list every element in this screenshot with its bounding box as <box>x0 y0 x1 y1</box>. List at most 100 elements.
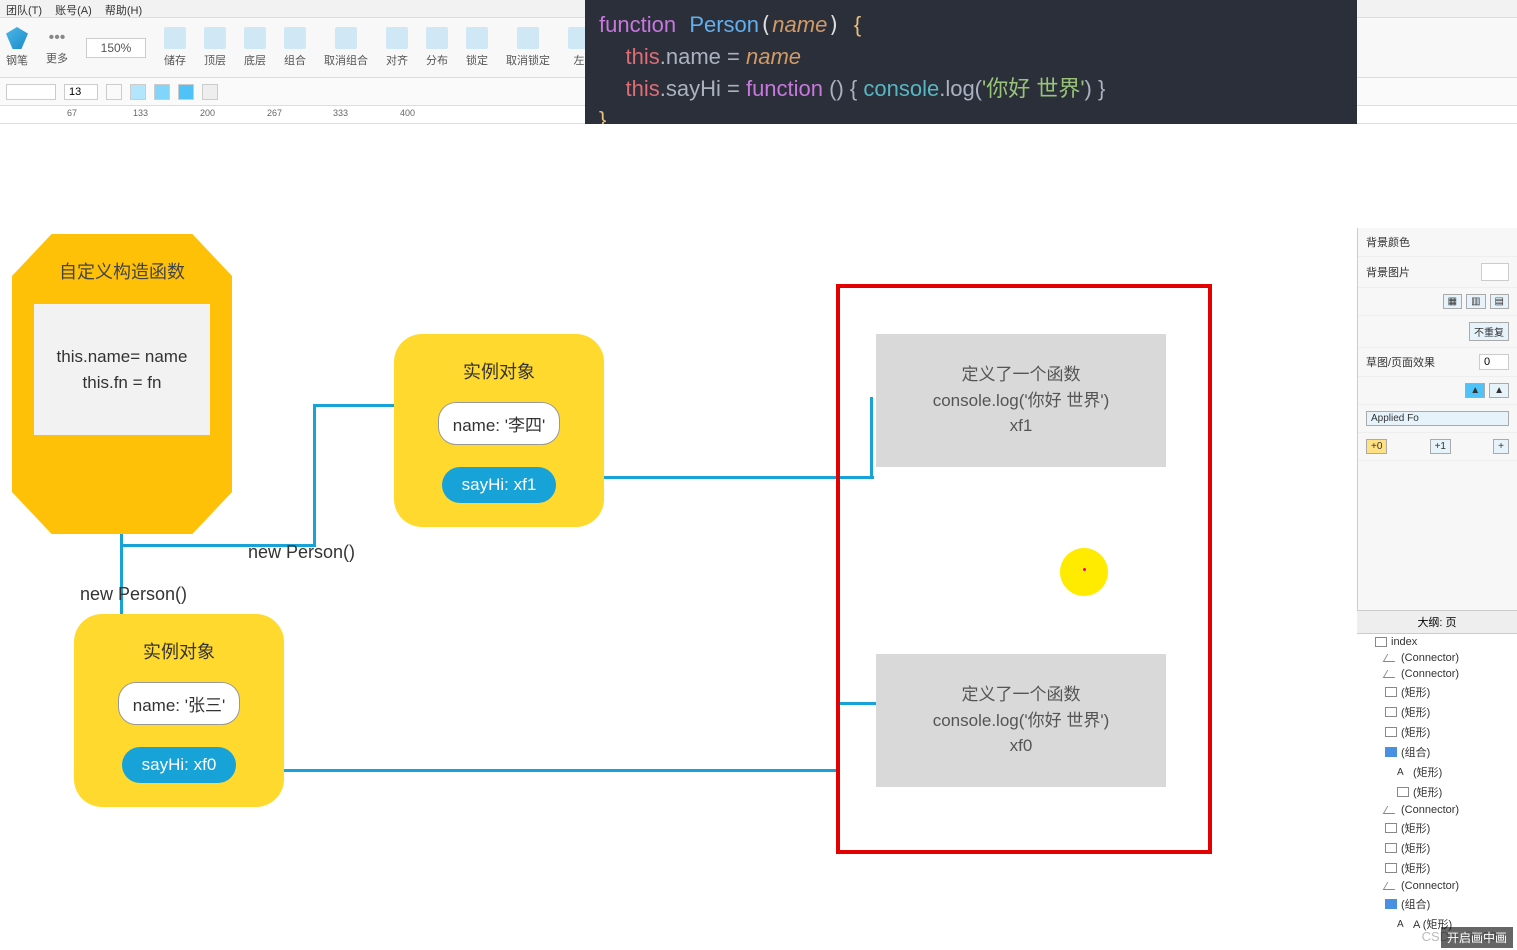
outline-item[interactable]: (Connector) <box>1357 878 1517 894</box>
save-icon <box>164 27 186 49</box>
fill-swatch-4[interactable] <box>202 84 218 100</box>
constructor-body: this.name= name this.fn = fn <box>34 304 210 435</box>
outline-item[interactable]: (矩形) <box>1357 818 1517 838</box>
align-tool[interactable]: 对齐 <box>386 27 408 68</box>
pip-button[interactable]: 开启画中画 <box>1441 927 1513 948</box>
rect-icon <box>1385 863 1397 873</box>
sketch-label: 草图/页面效果 <box>1366 354 1435 370</box>
canvas[interactable]: 自定义构造函数 this.name= name this.fn = fn new… <box>0 124 1357 950</box>
outline-item[interactable]: (矩形) <box>1357 702 1517 722</box>
applied-select[interactable]: Applied Fo <box>1366 411 1509 426</box>
conn-icon <box>1383 654 1400 662</box>
plus-btn[interactable]: + <box>1493 439 1509 454</box>
cursor-highlight <box>1060 548 1108 596</box>
outline-item[interactable]: (组合) <box>1357 894 1517 914</box>
outline-item[interactable]: (矩形) <box>1357 782 1517 802</box>
function-2-box[interactable]: 定义了一个函数 console.log('你好 世界') xf0 <box>876 654 1166 787</box>
conn-icon <box>1383 806 1400 814</box>
rect-icon <box>1385 707 1397 717</box>
lock-icon <box>466 27 488 49</box>
pen-icon <box>6 27 28 49</box>
pen-tool[interactable]: 钢笔 <box>6 27 28 68</box>
function-1-box[interactable]: 定义了一个函数 console.log('你好 世界') xf1 <box>876 334 1166 467</box>
instance-2-sayhi: sayHi: xf0 <box>122 747 237 783</box>
group-tool[interactable]: 组合 <box>284 27 306 68</box>
connector-line <box>284 769 838 772</box>
font-size[interactable] <box>64 84 98 100</box>
rect-icon <box>1385 823 1397 833</box>
fill-swatch-3[interactable] <box>178 84 194 100</box>
effect-btn-1[interactable]: ▲ <box>1465 383 1485 398</box>
conn-icon <box>1383 882 1400 890</box>
outline-item[interactable]: (矩形) <box>1357 858 1517 878</box>
folder-icon <box>1385 747 1397 757</box>
outline-panel: 大纲: 页 index(Connector)(Connector)(矩形)(矩形… <box>1357 610 1517 950</box>
repeat-btn-2[interactable]: ▥ <box>1466 294 1485 309</box>
lock-tool[interactable]: 锁定 <box>466 27 488 68</box>
rect-icon <box>1385 687 1397 697</box>
bottom-layer-tool[interactable]: 底层 <box>244 27 266 68</box>
constructor-shape[interactable]: 自定义构造函数 this.name= name this.fn = fn <box>12 234 232 534</box>
rect-icon <box>1397 787 1409 797</box>
outline-item[interactable]: (组合) <box>1357 742 1517 762</box>
no-repeat-select[interactable]: 不重复 <box>1469 322 1509 341</box>
repeat-btn-3[interactable]: ▤ <box>1490 294 1509 309</box>
outline-header: 大纲: 页 <box>1357 611 1517 634</box>
constructor-title: 自定义构造函数 <box>30 258 214 284</box>
rect-icon <box>1385 727 1397 737</box>
more-tool[interactable]: •••更多 <box>46 29 68 66</box>
connector-label-1: new Person() <box>248 542 355 563</box>
text-icon: A <box>1397 919 1409 929</box>
color-swatch[interactable] <box>106 84 122 100</box>
ungroup-tool[interactable]: 取消组合 <box>324 27 368 68</box>
layer-bottom-icon <box>244 27 266 49</box>
instance-2-name: name: '张三' <box>118 682 240 725</box>
outline-item[interactable]: (Connector) <box>1357 802 1517 818</box>
top-layer-tool[interactable]: 顶层 <box>204 27 226 68</box>
distribute-tool[interactable]: 分布 <box>426 27 448 68</box>
instance-2-shape[interactable]: 实例对象 name: '张三' sayHi: xf0 <box>74 614 284 807</box>
menu-team[interactable]: 团队(T) <box>6 5 42 17</box>
menu-help[interactable]: 帮助(H) <box>105 5 142 17</box>
outline-item[interactable]: (矩形) <box>1357 682 1517 702</box>
page-icon <box>1375 637 1387 647</box>
conn-icon <box>1383 670 1400 678</box>
plus0-btn[interactable]: +0 <box>1366 439 1387 454</box>
instance-1-sayhi: sayHi: xf1 <box>442 467 557 503</box>
outline-item[interactable]: (Connector) <box>1357 666 1517 682</box>
text-icon: A <box>1397 767 1409 777</box>
instance-1-name: name: '李四' <box>438 402 560 445</box>
fill-swatch-1[interactable] <box>130 84 146 100</box>
connector-line <box>313 404 398 407</box>
unlock-tool[interactable]: 取消锁定 <box>506 27 550 68</box>
outline-item[interactable]: A(矩形) <box>1357 762 1517 782</box>
align-icon <box>386 27 408 49</box>
group-icon <box>284 27 306 49</box>
bg-image-swatch[interactable] <box>1481 263 1509 281</box>
plus1-btn[interactable]: +1 <box>1430 439 1451 454</box>
connector-line <box>313 404 316 547</box>
font-select[interactable] <box>6 84 56 100</box>
outline-item[interactable]: (矩形) <box>1357 838 1517 858</box>
outline-item[interactable]: (Connector) <box>1357 650 1517 666</box>
outline-item[interactable]: (矩形) <box>1357 722 1517 742</box>
outline-item[interactable]: index <box>1357 634 1517 650</box>
instance-1-shape[interactable]: 实例对象 name: '李四' sayHi: xf1 <box>394 334 604 527</box>
instance-1-title: 实例对象 <box>418 358 580 384</box>
connector-line <box>604 476 874 479</box>
connector-label-2: new Person() <box>80 584 187 605</box>
rect-icon <box>1385 843 1397 853</box>
fill-swatch-2[interactable] <box>154 84 170 100</box>
save-tool[interactable]: 储存 <box>164 27 186 68</box>
folder-icon <box>1385 899 1397 909</box>
menu-account[interactable]: 账号(A) <box>55 5 92 17</box>
repeat-btn-1[interactable]: ▦ <box>1443 294 1462 309</box>
ungroup-icon <box>335 27 357 49</box>
unlock-icon <box>517 27 539 49</box>
bg-color-label: 背景颜色 <box>1366 234 1410 250</box>
effect-btn-2[interactable]: ▲ <box>1489 383 1509 398</box>
layer-top-icon <box>204 27 226 49</box>
zoom-input[interactable]: 150% <box>86 38 146 58</box>
instance-2-title: 实例对象 <box>98 638 260 664</box>
sketch-value[interactable] <box>1479 354 1509 370</box>
